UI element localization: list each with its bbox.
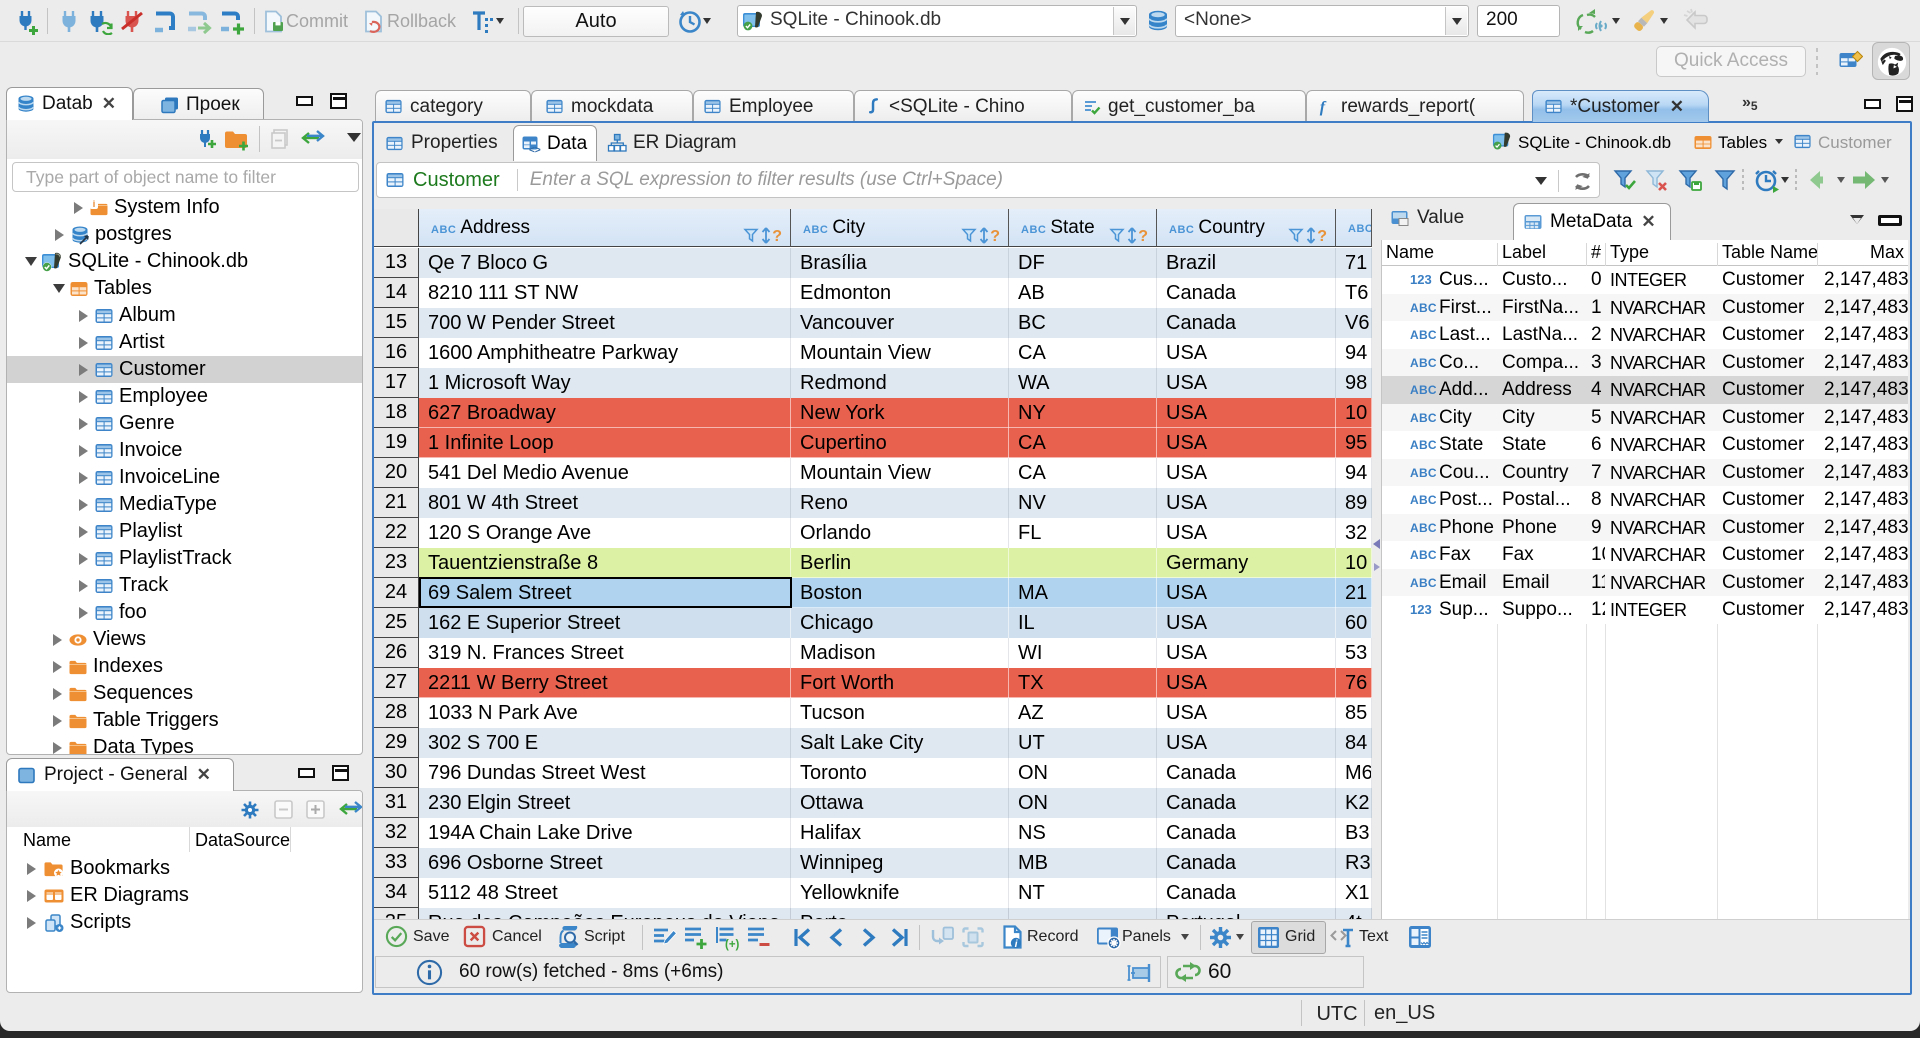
svg-text:<>: <>	[529, 145, 541, 154]
svg-text:(+): (+)	[725, 939, 740, 951]
